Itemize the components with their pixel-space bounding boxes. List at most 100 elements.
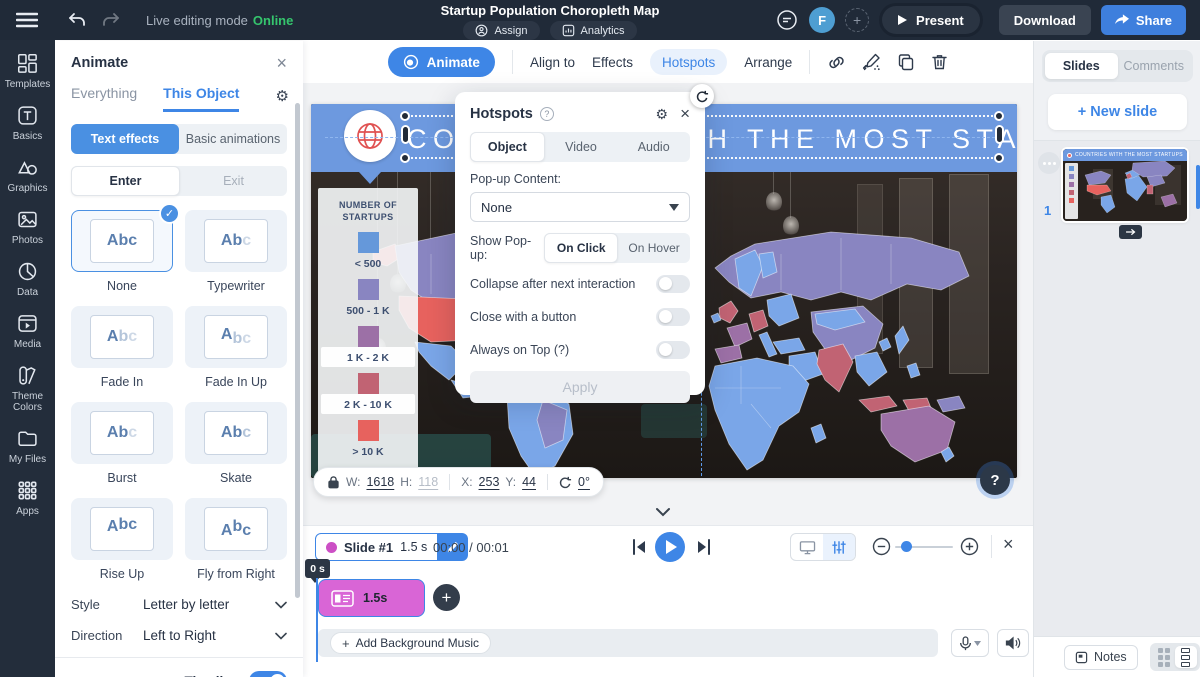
sidebar-item-basics[interactable]: Basics [13, 105, 42, 142]
rotate-handle-icon[interactable] [690, 84, 714, 108]
avatar[interactable]: F [809, 7, 835, 33]
tab-slides[interactable]: Slides [1045, 53, 1118, 79]
selection-handle[interactable] [401, 125, 410, 144]
on-click-segment[interactable]: On Click [544, 233, 618, 263]
zoom-out-icon[interactable] [872, 537, 891, 556]
chevron-down-icon[interactable] [275, 632, 287, 640]
project-title[interactable]: Startup Population Choropleth Map [380, 3, 720, 18]
chevron-down-icon[interactable] [275, 601, 287, 609]
format-brush-icon[interactable] [862, 53, 881, 71]
enter-segment[interactable]: Enter [71, 166, 180, 196]
sidebar-item-data[interactable]: Data [17, 261, 38, 298]
tab-this-object[interactable]: This Object [163, 85, 239, 112]
tab-object[interactable]: Object [470, 132, 545, 162]
delete-icon[interactable] [931, 53, 948, 71]
zoom-slider-knob[interactable] [901, 541, 912, 552]
height-value[interactable]: 118 [418, 475, 438, 489]
selection-handle[interactable] [994, 153, 1004, 163]
selection-handle[interactable] [400, 153, 410, 163]
timeline-toggle[interactable] [249, 671, 287, 677]
gear-icon[interactable]: ⚙ [276, 87, 289, 105]
tab-everything[interactable]: Everything [71, 85, 137, 112]
animation-tile-fade-in-up[interactable]: Abc Fade In Up [185, 306, 287, 389]
style-dropdown[interactable]: Letter by letter [143, 597, 229, 612]
voice-over-button[interactable] [951, 629, 989, 657]
close-icon[interactable]: × [680, 108, 690, 120]
animation-tile-none[interactable]: ✓ Abc None [71, 210, 173, 293]
gear-icon[interactable]: ⚙ [656, 106, 669, 123]
exit-segment[interactable]: Exit [180, 166, 287, 196]
notes-button[interactable]: Notes [1064, 645, 1138, 670]
undo-icon[interactable] [68, 12, 86, 28]
slide-thumbnail[interactable]: COUNTRIES WITH THE MOST STARTUPS [1063, 149, 1187, 221]
timeline-settings-button[interactable] [823, 534, 855, 560]
y-value[interactable]: 44 [522, 475, 536, 489]
animation-tile-rise-up[interactable]: Abc Rise Up [71, 498, 173, 581]
collapse-toggle[interactable] [656, 275, 690, 293]
hotspots-button[interactable]: Hotspots [650, 49, 727, 75]
popup-content-dropdown[interactable]: None [470, 192, 690, 222]
animation-tile-fly-from-right[interactable]: Abc Fly from Right [185, 498, 287, 581]
skip-to-start-icon[interactable] [632, 539, 646, 555]
duplicate-icon[interactable] [897, 53, 915, 71]
map-legend[interactable]: NUMBER OF STARTUPS < 500 500 - 1 K 1 K -… [318, 188, 418, 478]
grid-view-button[interactable] [1153, 646, 1175, 668]
zoom-in-icon[interactable] [960, 537, 979, 556]
sidebar-item-theme-colors[interactable]: Theme Colors [2, 365, 54, 413]
slide-timeline-block[interactable]: 1.5s [318, 579, 425, 617]
selection-handle[interactable] [994, 111, 1004, 121]
on-hover-segment[interactable]: On Hover [618, 233, 690, 263]
link-icon[interactable] [827, 54, 846, 71]
help-icon[interactable]: ? [540, 107, 554, 121]
presentation-view-button[interactable] [791, 534, 823, 560]
rotate-icon[interactable] [559, 476, 572, 489]
add-background-music-button[interactable]: + Add Background Music [330, 632, 491, 654]
tab-comments[interactable]: Comments [1118, 53, 1191, 79]
selection-handle[interactable] [995, 125, 1004, 144]
apply-button[interactable]: Apply [470, 371, 690, 403]
animation-tile-typewriter[interactable]: Abc Typewriter [185, 210, 287, 293]
mute-button[interactable] [997, 629, 1029, 657]
share-button[interactable]: Share [1101, 5, 1186, 35]
sidebar-item-my-files[interactable]: My Files [9, 428, 46, 465]
close-button-toggle[interactable] [656, 308, 690, 326]
assign-button[interactable]: Assign [463, 21, 539, 40]
x-value[interactable]: 253 [479, 475, 500, 489]
rotation-value[interactable]: 0° [578, 475, 590, 489]
slide-transition-button[interactable] [1119, 225, 1142, 239]
present-button[interactable]: Present [882, 6, 980, 34]
width-value[interactable]: 1618 [366, 475, 394, 489]
always-on-top-toggle[interactable] [656, 341, 690, 359]
selection-handle[interactable] [400, 111, 410, 121]
sidebar-item-photos[interactable]: Photos [12, 209, 43, 246]
list-view-button[interactable] [1175, 646, 1197, 668]
basic-animations-segment[interactable]: Basic animations [179, 124, 287, 154]
sidebar-item-graphics[interactable]: Graphics [7, 157, 47, 194]
download-button[interactable]: Download [999, 5, 1091, 35]
playhead-marker[interactable]: 0 s [305, 559, 330, 578]
skip-to-end-icon[interactable] [697, 539, 711, 555]
text-effects-segment[interactable]: Text effects [71, 124, 179, 154]
sidebar-item-templates[interactable]: Templates [5, 53, 51, 90]
add-animation-button[interactable]: + [433, 584, 460, 611]
new-slide-button[interactable]: + New slide [1048, 94, 1187, 130]
animation-tile-skate[interactable]: Abc Skate [185, 402, 287, 485]
panel-scrollbar[interactable] [295, 103, 300, 598]
collapse-timeline-chevron-icon[interactable] [655, 507, 671, 517]
hamburger-menu-icon[interactable] [16, 12, 38, 28]
animation-tile-fade-in[interactable]: Abc Fade In [71, 306, 173, 389]
tab-audio[interactable]: Audio [617, 132, 690, 162]
lock-icon[interactable] [327, 475, 340, 489]
add-collaborator-button[interactable]: + [845, 8, 869, 32]
animation-tile-burst[interactable]: Abc Burst [71, 402, 173, 485]
close-icon[interactable]: × [276, 56, 287, 70]
help-button[interactable]: ? [980, 465, 1010, 495]
close-timeline-icon[interactable]: × [1003, 534, 1014, 555]
animate-button[interactable]: Animate [388, 47, 495, 77]
slide-options-button[interactable] [1038, 152, 1060, 174]
globe-badge[interactable] [344, 110, 396, 162]
sidebar-item-media[interactable]: Media [14, 313, 41, 350]
play-button[interactable] [655, 532, 685, 562]
arrange-button[interactable]: Arrange [744, 55, 792, 70]
effects-button[interactable]: Effects [592, 55, 633, 70]
